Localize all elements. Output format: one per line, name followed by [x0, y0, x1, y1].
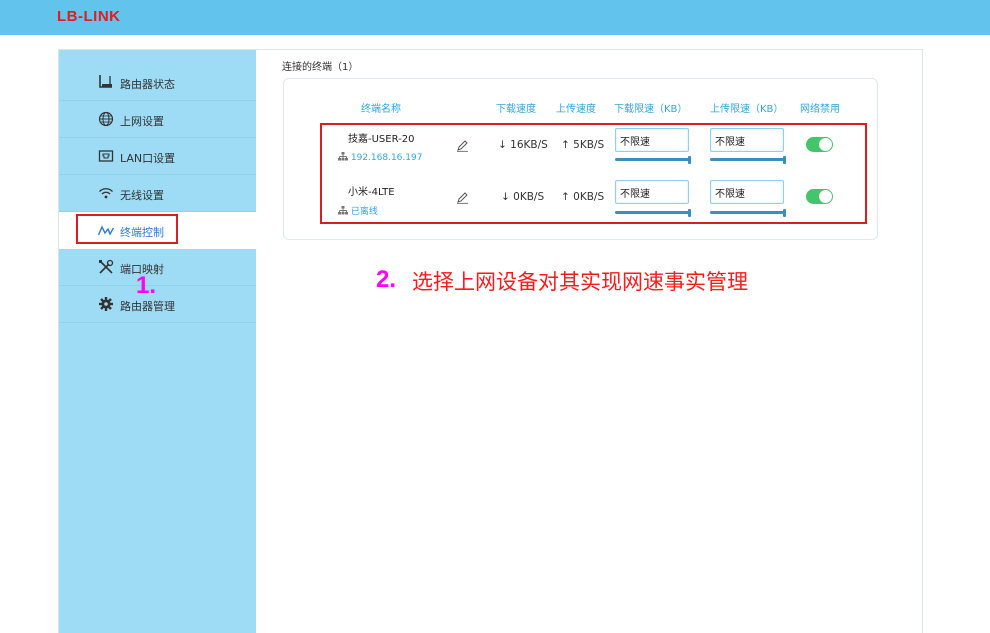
sidebar-item-wireless-setup[interactable]: 无线设置	[59, 175, 256, 212]
sidebar-item-internet-setup[interactable]: 上网设置	[59, 101, 256, 138]
sidebar-item-label: 无线设置	[120, 187, 164, 203]
lan-port-icon	[98, 148, 114, 164]
column-header-name: 终端名称	[361, 100, 401, 115]
column-header-upload: 上传速度	[556, 100, 596, 115]
sidebar-item-label: 路由器管理	[120, 298, 175, 314]
section-title: 连接的终端（1）	[282, 58, 358, 73]
wifi-icon	[98, 185, 114, 201]
sidebar-item-label: 路由器状态	[120, 76, 175, 92]
brand-logo: LB-LINK	[57, 8, 121, 25]
annotation-box-terminal-control	[76, 214, 178, 244]
router-icon	[98, 74, 114, 90]
column-header-network-block: 网络禁用	[800, 100, 840, 115]
tools-icon	[98, 259, 114, 275]
annotation-step-2-text: 选择上网设备对其实现网速事实管理	[412, 266, 748, 296]
column-header-upload-limit: 上传限速（KB）	[710, 100, 783, 115]
top-bar: LB-LINK	[0, 0, 990, 35]
sidebar-item-label: LAN口设置	[120, 150, 175, 166]
column-header-download-limit: 下载限速（KB）	[614, 100, 687, 115]
sidebar-item-label: 上网设置	[120, 113, 164, 129]
annotation-step-2-number: 2.	[376, 266, 396, 294]
gear-icon	[98, 296, 114, 312]
globe-icon	[98, 111, 114, 127]
sidebar-item-port-mapping[interactable]: 端口映射	[59, 249, 256, 286]
sidebar-item-lan-setup[interactable]: LAN口设置	[59, 138, 256, 175]
sidebar-item-router-status[interactable]: 路由器状态	[59, 64, 256, 101]
annotation-step-1: 1.	[136, 272, 156, 300]
sidebar-item-router-management[interactable]: 路由器管理	[59, 286, 256, 323]
sidebar: 路由器状态 上网设置 LAN口设置 无线设置 终端控制 端口映射 路由器管理	[59, 50, 256, 633]
column-header-download: 下载速度	[496, 100, 536, 115]
annotation-box-device-rows	[320, 123, 867, 224]
